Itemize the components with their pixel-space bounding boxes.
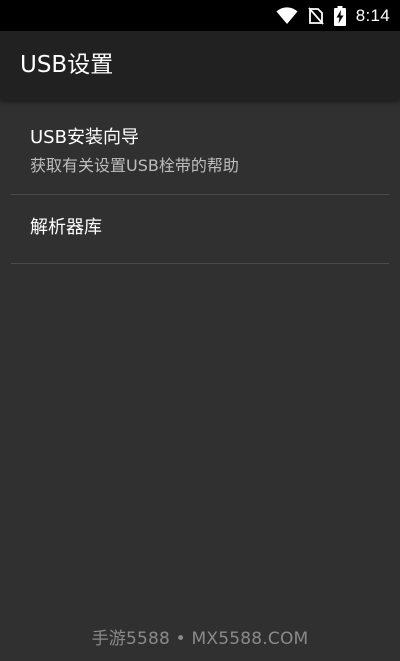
screen: 8:14 USB设置 USB安装向导 获取有关设置USB栓带的帮助 解析器库 手… (0, 0, 400, 661)
status-bar: 8:14 (0, 0, 400, 31)
pref-item-usb-setup-wizard[interactable]: USB安装向导 获取有关设置USB栓带的帮助 (11, 100, 389, 195)
page-title: USB设置 (20, 52, 114, 78)
preference-list: USB安装向导 获取有关设置USB栓带的帮助 解析器库 (0, 100, 400, 264)
no-sim-icon (308, 6, 324, 25)
pref-item-parser-library[interactable]: 解析器库 (11, 195, 389, 264)
watermark: 手游5588 • MX5588.COM (91, 629, 309, 649)
status-icons: 8:14 (276, 0, 390, 31)
pref-item-title: 解析器库 (30, 217, 102, 238)
status-time: 8:14 (355, 5, 390, 25)
wifi-icon (276, 6, 298, 24)
toolbar: USB设置 (0, 31, 400, 100)
pref-item-title: USB安装向导 (30, 127, 139, 148)
pref-item-summary: 获取有关设置USB栓带的帮助 (30, 156, 239, 175)
battery-charging-icon (333, 5, 346, 26)
